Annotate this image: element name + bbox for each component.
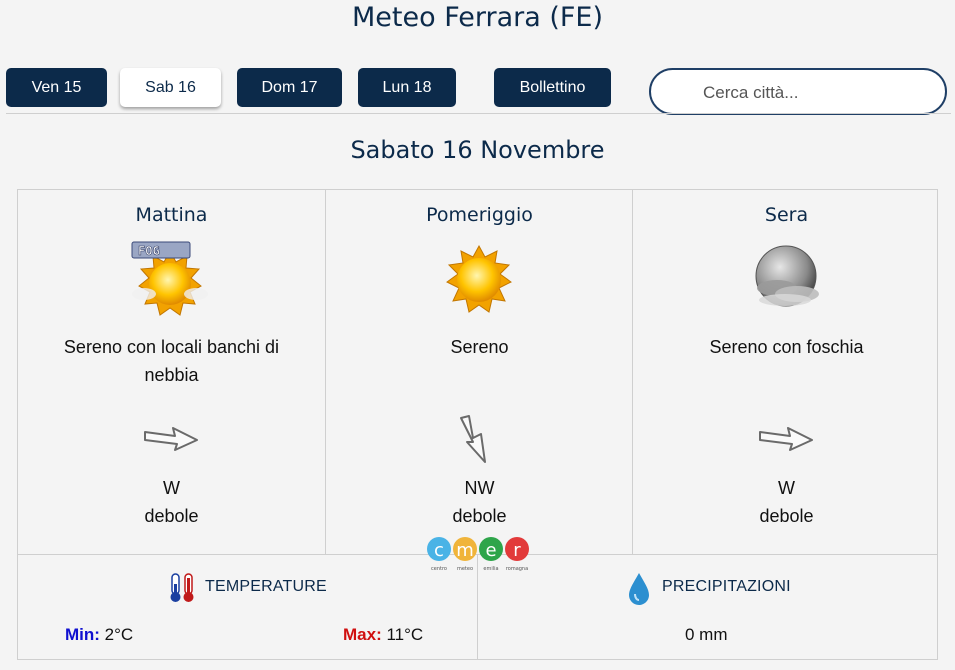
logo-caption: emilia — [483, 566, 498, 572]
wind-strength: debole — [144, 506, 199, 526]
period-sera: Sera Sereno con foschia W debole — [632, 190, 940, 554]
precipitation-label: PRECIPITAZIONI — [662, 578, 791, 595]
tab-lun-18[interactable]: Lun 18 — [358, 68, 456, 107]
temperature-label: TEMPERATURE — [205, 578, 327, 595]
min-label: Min: — [65, 625, 100, 644]
thermometer-icon — [168, 572, 198, 604]
forecast-grid: Mattina FOG Sereno con locali banchi di … — [17, 189, 938, 660]
period-description: Sereno con locali banchi di nebbia — [63, 337, 280, 385]
logo-letter: m — [456, 540, 474, 561]
day-heading: Sabato 16 Novembre — [350, 136, 605, 164]
temperature-min: Min: 2°C — [65, 625, 133, 645]
max-value: 11°C — [386, 625, 424, 644]
haze-night-icon — [745, 240, 827, 318]
wind-arrow-east-icon — [139, 414, 203, 464]
period-description: Sereno con foschia — [709, 337, 864, 357]
page-title: Meteo Ferrara (FE) — [351, 2, 604, 33]
wind-strength: debole — [759, 506, 814, 526]
wind-direction: W — [778, 478, 795, 498]
tab-sab-16[interactable]: Sab 16 — [120, 68, 221, 107]
min-value: 2°C — [104, 625, 134, 644]
precipitation-value: 0 mm — [685, 625, 728, 644]
city-search — [649, 68, 947, 115]
wind-arrow-southeast-icon — [447, 414, 511, 464]
period-title: Mattina — [135, 204, 208, 226]
temperature-max: Max: 11°C — [343, 625, 423, 645]
logo-letter: e — [485, 540, 496, 561]
period-title: Sera — [764, 204, 809, 226]
tab-bollettino[interactable]: Bollettino — [494, 68, 611, 107]
tab-dom-17[interactable]: Dom 17 — [237, 68, 342, 107]
cmer-logo: c m e r centro meteo emilia romagna — [426, 534, 534, 574]
logo-caption: romagna — [506, 566, 528, 572]
sun-icon — [438, 240, 520, 318]
period-pomeriggio: Pomeriggio Sereno NW debole — [325, 190, 633, 554]
logo-caption: centro — [431, 566, 447, 572]
wind-direction: NW — [464, 478, 495, 498]
tab-ven-15[interactable]: Ven 15 — [6, 68, 107, 107]
sun-fog-icon: FOG — [130, 240, 212, 318]
water-drop-icon — [627, 572, 651, 606]
period-title: Pomeriggio — [426, 204, 533, 226]
wind-direction: W — [163, 478, 180, 498]
fog-badge-text: FOG — [138, 244, 160, 258]
search-input[interactable] — [701, 80, 925, 106]
max-label: Max: — [343, 625, 382, 644]
wind-strength: debole — [452, 506, 507, 526]
period-mattina: Mattina FOG Sereno con locali banchi di … — [18, 190, 325, 554]
logo-letter: c — [434, 540, 444, 561]
logo-letter: r — [513, 540, 521, 561]
period-description: Sereno — [450, 337, 509, 357]
wind-arrow-east-icon — [754, 414, 818, 464]
tabs-divider — [6, 113, 951, 114]
logo-caption: meteo — [457, 566, 473, 572]
